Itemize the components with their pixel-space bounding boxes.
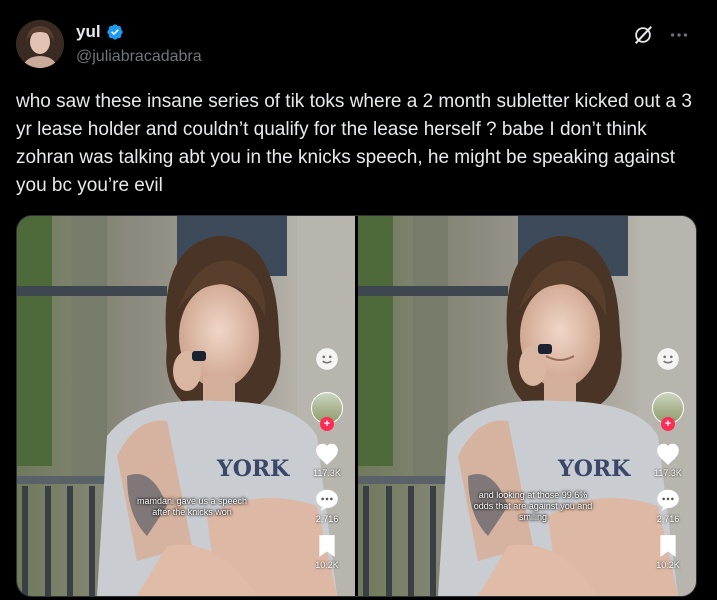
tiktok-action-rail: + 117.3K 2,716 10.2K <box>650 346 686 580</box>
author-display-name[interactable]: yul <box>76 22 101 42</box>
smile-icon <box>316 348 338 370</box>
comment-icon <box>657 489 679 511</box>
svg-text:YORK: YORK <box>216 456 290 482</box>
follow-plus-icon[interactable]: + <box>661 417 675 431</box>
video-caption: and looking at those 99.6% odds that are… <box>473 490 593 522</box>
bookmark-icon <box>660 535 676 557</box>
save-count: 10.2K <box>656 560 680 570</box>
media-grid: YORK mamdani gave us a speech after the … <box>16 215 697 597</box>
tiktok-screenshot-image: YORK <box>17 216 355 596</box>
tiktok-action-rail: + 117.3K 2,716 10.2K <box>309 346 345 580</box>
creator-avatar[interactable]: + <box>311 392 343 431</box>
tweet-text: who saw these insane series of tik toks … <box>16 91 692 196</box>
author-avatar[interactable] <box>16 20 64 68</box>
comment-count: 2,716 <box>656 514 680 524</box>
video-caption: mamdani gave us a speech after the knick… <box>136 496 248 517</box>
bookmark-icon <box>319 535 335 557</box>
verified-badge-icon <box>106 24 123 40</box>
like-count: 117.3K <box>313 468 341 478</box>
follow-plus-icon[interactable]: + <box>320 417 334 431</box>
media-item[interactable]: YORK and looking at those 99.6% odds tha… <box>358 216 696 596</box>
heart-icon <box>657 443 679 465</box>
grok-icon[interactable] <box>632 24 654 46</box>
svg-text:YORK: YORK <box>557 456 631 482</box>
like-count: 117.3K <box>654 468 682 478</box>
save-button[interactable]: 10.2K <box>315 534 339 580</box>
tweet-header: yul @juliabracadabra <box>16 18 706 74</box>
more-icon[interactable] <box>668 24 690 46</box>
save-button[interactable]: 10.2K <box>656 534 680 580</box>
media-item[interactable]: YORK mamdani gave us a speech after the … <box>17 216 355 596</box>
tiktok-screenshot-image: YORK <box>358 216 696 596</box>
comment-button[interactable]: 2,716 <box>655 488 681 534</box>
comment-icon <box>316 489 338 511</box>
comment-count: 2,716 <box>315 514 339 524</box>
smile-icon <box>657 348 679 370</box>
heart-icon <box>316 443 338 465</box>
author-handle[interactable]: @juliabracadabra <box>76 48 202 66</box>
creator-avatar[interactable]: + <box>652 392 684 431</box>
save-count: 10.2K <box>315 560 339 570</box>
comment-button[interactable]: 2,716 <box>314 488 340 534</box>
like-button[interactable]: 117.3K <box>313 442 341 488</box>
like-button[interactable]: 117.3K <box>654 442 682 488</box>
